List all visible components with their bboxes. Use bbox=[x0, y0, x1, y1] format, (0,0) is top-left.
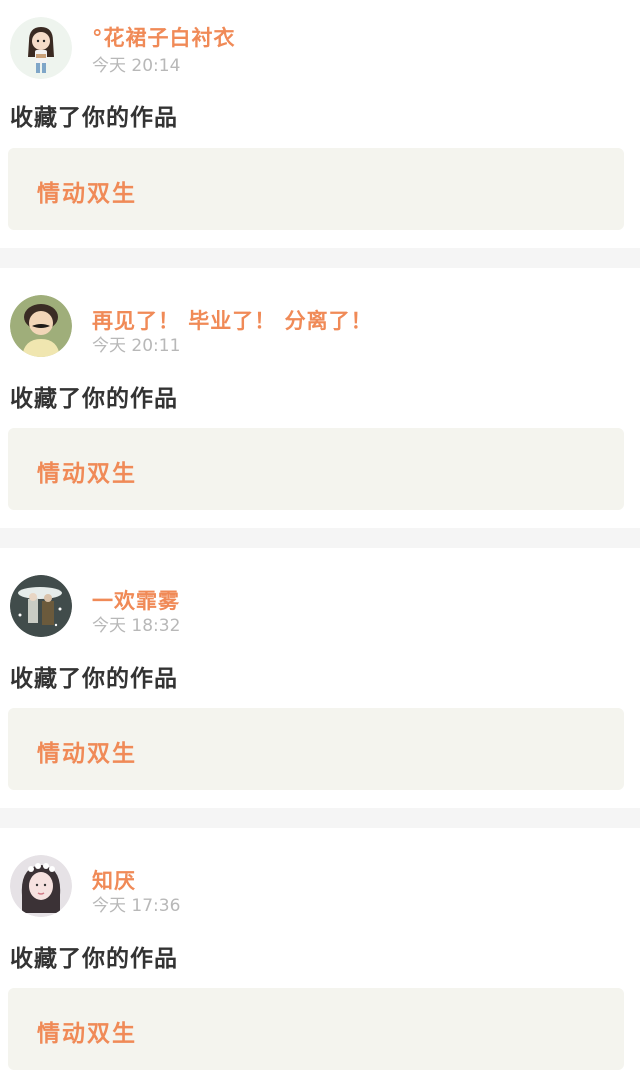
separator bbox=[0, 248, 640, 268]
timestamp: 今天 20:14 bbox=[92, 56, 181, 76]
snowy-couple-avatar-icon[interactable] bbox=[10, 575, 72, 637]
action-text: 收藏了你的作品 bbox=[10, 666, 178, 692]
notification-feed: °花裙子白衬衣 今天 20:14 收藏了你的作品 情动双生 再见了！ 毕业了！ … bbox=[0, 0, 640, 1076]
girl-portrait-avatar-icon[interactable] bbox=[10, 855, 72, 917]
work-title: 情动双生 bbox=[37, 181, 137, 207]
boy-mustache-avatar-icon[interactable] bbox=[10, 295, 72, 357]
notification-item: 知厌 今天 17:36 收藏了你的作品 情动双生 bbox=[0, 828, 640, 1076]
username[interactable]: °花裙子白衬衣 bbox=[92, 22, 236, 52]
work-title: 情动双生 bbox=[37, 1021, 137, 1047]
work-card[interactable]: 情动双生 bbox=[8, 708, 624, 790]
action-text: 收藏了你的作品 bbox=[10, 386, 178, 412]
action-text: 收藏了你的作品 bbox=[10, 105, 178, 131]
work-title: 情动双生 bbox=[37, 461, 137, 487]
work-card[interactable]: 情动双生 bbox=[8, 988, 624, 1070]
timestamp: 今天 18:32 bbox=[92, 616, 181, 636]
timestamp: 今天 17:36 bbox=[92, 896, 181, 916]
cartoon-girl-avatar-icon[interactable] bbox=[10, 17, 72, 79]
work-title: 情动双生 bbox=[37, 741, 137, 767]
action-text: 收藏了你的作品 bbox=[10, 946, 178, 972]
work-card[interactable]: 情动双生 bbox=[8, 428, 624, 510]
notification-item: 一欢霏雾 今天 18:32 收藏了你的作品 情动双生 bbox=[0, 548, 640, 796]
notification-item: 再见了！ 毕业了！ 分离了！ 今天 20:11 收藏了你的作品 情动双生 bbox=[0, 268, 640, 516]
timestamp: 今天 20:11 bbox=[92, 336, 181, 356]
work-card[interactable]: 情动双生 bbox=[8, 148, 624, 230]
separator bbox=[0, 528, 640, 548]
separator bbox=[0, 808, 640, 828]
notification-item: °花裙子白衬衣 今天 20:14 收藏了你的作品 情动双生 bbox=[0, 0, 640, 248]
